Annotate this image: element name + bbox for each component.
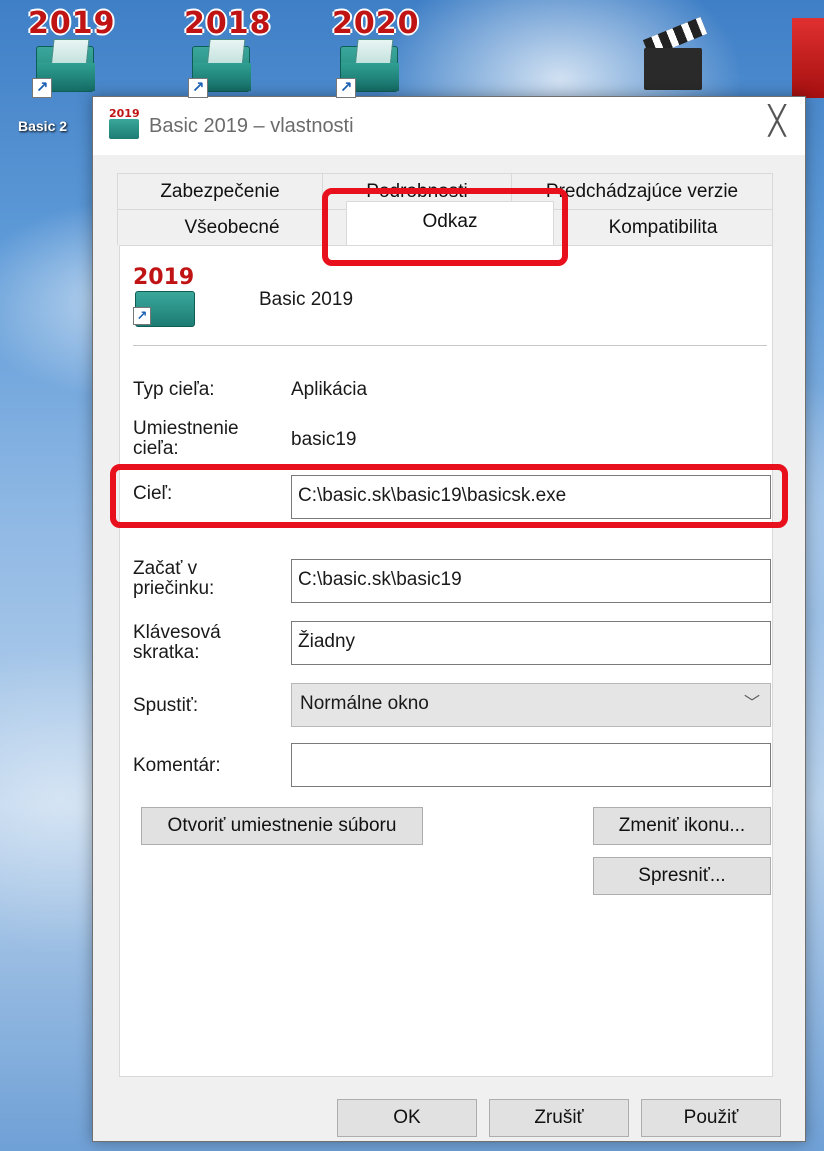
target-field[interactable]: C:\basic.sk\basic19\basicsk.exe [291,475,771,519]
shortcut-arrow-icon: ↗ [188,78,208,98]
run-dropdown[interactable]: Normálne okno ﹀ [291,683,771,727]
desktop-icon-year: 2020 [332,6,420,41]
advanced-button[interactable]: Spresniť... [593,857,771,895]
clapperboard-body [644,48,702,90]
change-icon-button[interactable]: Zmeniť ikonu... [593,807,771,845]
desktop-icon-basic-2020[interactable]: 2020 ↗ [332,6,422,106]
desktop-icon-basic-2018[interactable]: 2018 ↗ [184,6,274,106]
shortcut-arrow-icon: ↗ [336,78,356,98]
shortcut-arrow-icon: ↗ [32,78,52,98]
shortcut-large-icon: 2019 ↗ [133,265,203,335]
desktop-icon-red[interactable] [792,18,824,98]
title-bar[interactable]: 2019 Basic 2019 – vlastnosti ╳ [93,97,805,155]
start-in-field[interactable]: C:\basic.sk\basic19 [291,559,771,603]
close-icon: ╳ [768,104,786,137]
run-label: Spustiť: [133,695,199,716]
shortcut-arrow-icon: ↗ [133,307,151,325]
chevron-down-icon: ﹀ [743,695,760,712]
desktop-icon-year: 2018 [184,6,272,41]
desktop-icon-year: 2019 [28,6,116,41]
folder-icon [109,119,139,139]
window-title: Basic 2019 – vlastnosti [149,115,354,137]
run-dropdown-value: Normálne okno [300,693,429,714]
cancel-button[interactable]: Zrušiť [489,1099,629,1137]
target-location-value: basic19 [291,429,357,450]
shortcut-name: Basic 2019 [259,289,354,310]
tab-compatibility[interactable]: Kompatibilita [553,209,773,245]
properties-dialog: 2019 Basic 2019 – vlastnosti ╳ Zabezpeče… [92,96,806,1142]
app-icon: 2019 [107,107,143,141]
tab-general[interactable]: Všeobecné [117,209,347,245]
comment-label: Komentár: [133,755,221,776]
header-divider [133,345,767,346]
open-file-location-button[interactable]: Otvoriť umiestnenie súboru [141,807,423,845]
target-type-label: Typ cieľa: [133,379,215,400]
desktop-icon-basic-2019[interactable]: 2019 ↗ [28,6,118,106]
desktop-icon-label[interactable]: Basic 2 [18,118,67,134]
start-in-label: Začať v priečinku: [133,558,215,599]
target-label: Cieľ: [133,483,173,504]
tab-security[interactable]: Zabezpečenie [117,173,323,209]
hotkey-field[interactable]: Žiadny [291,621,771,665]
tab-shortcut[interactable]: Odkaz [346,201,554,245]
shortcut-icon-year: 2019 [133,265,195,290]
clapperboard-icon[interactable] [638,17,708,90]
target-type-value: Aplikácia [291,379,368,400]
close-button[interactable]: ╳ [749,97,805,145]
target-location-label: Umiestnenie cieľa: [133,419,239,455]
comment-field[interactable] [291,743,771,787]
hotkey-label: Klávesová skratka: [133,622,221,663]
ok-button[interactable]: OK [337,1099,477,1137]
apply-button[interactable]: Použiť [641,1099,781,1137]
